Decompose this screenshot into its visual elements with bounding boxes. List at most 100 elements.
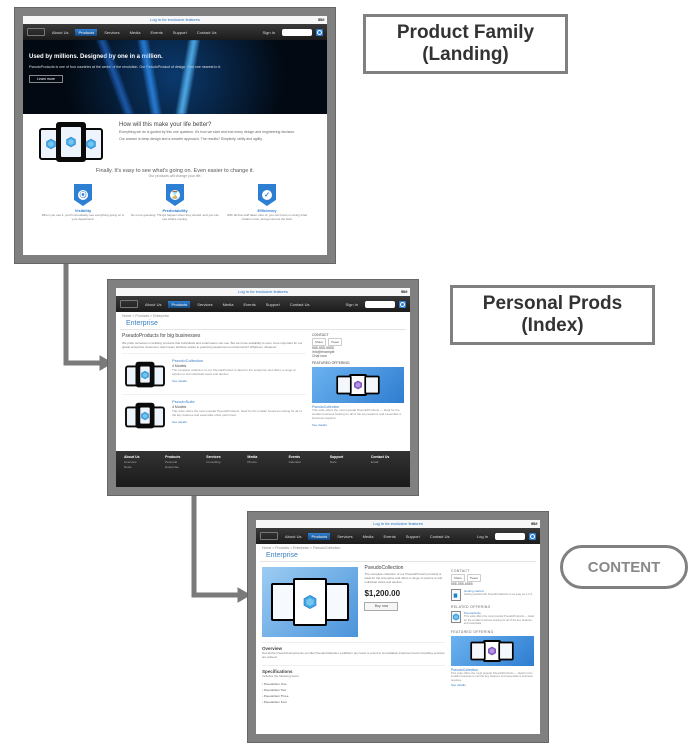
search-icon[interactable] bbox=[399, 301, 406, 308]
sidebar-chat[interactable]: Chat now bbox=[312, 354, 404, 358]
brand-logo[interactable] bbox=[27, 28, 45, 36]
featured-desc: This suite offers the most popular Pseud… bbox=[312, 409, 404, 421]
search-input[interactable] bbox=[495, 533, 525, 540]
nav-bar: About Us Products Services Media Events … bbox=[116, 296, 410, 312]
benefit-desc: No more guessing. Things happen when the… bbox=[131, 214, 219, 222]
ibm-logo: IBM bbox=[531, 520, 537, 528]
nav-about[interactable]: About Us bbox=[142, 301, 164, 308]
utility-text: Log in for exclusive features bbox=[150, 17, 200, 22]
utility-bar: Log in for exclusive features IBM bbox=[116, 288, 410, 296]
tweet-btn[interactable]: Tweet bbox=[328, 338, 342, 346]
nav-media[interactable]: Media bbox=[360, 533, 377, 540]
nav-media[interactable]: Media bbox=[127, 29, 144, 36]
benefits-row: ⦿ Visibility When you use it, you'll imm… bbox=[35, 184, 315, 226]
featured-link[interactable]: See details bbox=[451, 683, 534, 687]
share-btn[interactable]: Share bbox=[312, 338, 326, 346]
nav-bar: About Us Products Services Media Events … bbox=[23, 24, 327, 40]
mid-sub: Our products will change your life. bbox=[35, 174, 315, 178]
product-link[interactable]: See details bbox=[172, 420, 306, 424]
benefit-desc: With all that stuff taken care of, you c… bbox=[223, 214, 311, 222]
footer-link[interactable]: Calendar bbox=[289, 460, 320, 464]
label-personal-prods: Personal Prods (Index) bbox=[450, 285, 655, 345]
featured-promo[interactable] bbox=[451, 636, 534, 666]
utility-bar: Log in for exclusive features IBM bbox=[256, 520, 540, 528]
product-thumb bbox=[123, 402, 167, 431]
efficiency-icon: ✓ bbox=[258, 184, 276, 206]
nav-media[interactable]: Media bbox=[220, 301, 237, 308]
nav-signin[interactable]: Sign In bbox=[343, 301, 361, 308]
getting-started[interactable]: 📘 Getting started Getting started with P… bbox=[451, 589, 534, 601]
nav-services[interactable]: Services bbox=[101, 29, 122, 36]
visibility-icon: ⦿ bbox=[74, 184, 92, 206]
product-name: PseudoCollection bbox=[172, 358, 306, 363]
nav-support[interactable]: Support bbox=[403, 533, 423, 540]
specs-heading: Specifications bbox=[262, 665, 445, 674]
overview-text: Get all the PseudoComponents you like Ps… bbox=[262, 652, 445, 660]
nav-products[interactable]: Products bbox=[308, 533, 330, 540]
nav-signin[interactable]: Sign In bbox=[260, 29, 278, 36]
ibm-logo: IBM bbox=[401, 288, 407, 296]
footer-link[interactable]: Overview bbox=[124, 460, 155, 464]
label-line: Personal Prods bbox=[469, 293, 636, 315]
tweet-btn[interactable]: Tweet bbox=[467, 574, 481, 582]
sidebar-contact-h: CONTACT bbox=[312, 333, 404, 337]
doc-icon: 📘 bbox=[451, 589, 461, 601]
feature-text: Our answer is deep design and a smarter … bbox=[119, 137, 315, 142]
specs-list: PseudoItem One PseudoItem Two PseudoItem… bbox=[262, 681, 445, 705]
search-icon[interactable] bbox=[529, 533, 536, 540]
nav-events[interactable]: Events bbox=[148, 29, 166, 36]
index-intro: We pride ourselves in building products … bbox=[122, 341, 306, 349]
nav-events[interactable]: Events bbox=[241, 301, 259, 308]
sidebar-contact-h: CONTACT bbox=[451, 569, 534, 573]
buy-button[interactable]: Buy now bbox=[364, 602, 398, 611]
related-offering[interactable]: PseudoSuite This suite offers the most p… bbox=[451, 611, 534, 626]
label-product-family: Product Family (Landing) bbox=[363, 14, 568, 74]
footer-link[interactable]: Enterprise bbox=[165, 465, 196, 469]
footer-link[interactable]: Email bbox=[371, 460, 402, 464]
product-link[interactable]: See details bbox=[172, 379, 306, 383]
product-row[interactable]: PseudoCollection 4 Models The complete c… bbox=[122, 353, 306, 390]
nav-about[interactable]: About Us bbox=[49, 29, 71, 36]
nav-bar: About Us Products Services Media Events … bbox=[256, 528, 540, 544]
footer-link[interactable]: Photos bbox=[247, 460, 278, 464]
nav-contact[interactable]: Contact Us bbox=[194, 29, 220, 36]
search-icon[interactable] bbox=[316, 29, 323, 36]
nav-login[interactable]: Log In bbox=[474, 533, 491, 540]
featured-link[interactable]: See details bbox=[312, 423, 404, 427]
breadcrumb[interactable]: Home > Products > Enterprise bbox=[116, 312, 410, 320]
getting-started-d: Getting started with PseudoCollection is… bbox=[464, 593, 534, 597]
search-input[interactable] bbox=[282, 29, 312, 36]
feature-text: Everything we do is guided by this one q… bbox=[119, 130, 315, 135]
nav-support[interactable]: Support bbox=[263, 301, 283, 308]
footer-link[interactable]: Consulting bbox=[206, 460, 237, 464]
screenshot-content: Log in for exclusive features IBM About … bbox=[248, 512, 548, 742]
fat-footer: About Us Overview News Products Personal… bbox=[116, 451, 410, 487]
nav-about[interactable]: About Us bbox=[282, 533, 304, 540]
nav-support[interactable]: Support bbox=[170, 29, 190, 36]
nav-contact[interactable]: Contact Us bbox=[287, 301, 313, 308]
brand-logo[interactable] bbox=[120, 300, 138, 308]
screenshot-index: Log in for exclusive features IBM About … bbox=[108, 280, 418, 495]
brand-logo[interactable] bbox=[260, 532, 278, 540]
benefit-desc: When you use it, you'll immediately see … bbox=[39, 214, 127, 222]
footer-link[interactable]: Personal bbox=[165, 460, 196, 464]
featured-promo[interactable] bbox=[312, 367, 404, 403]
footer-col-h: Products bbox=[165, 455, 196, 459]
product-row[interactable]: PseudoSuite 4 Models This suite offers t… bbox=[122, 394, 306, 431]
nav-contact[interactable]: Contact Us bbox=[427, 533, 453, 540]
nav-services[interactable]: Services bbox=[194, 301, 215, 308]
product-desc: This suite offers the most popular Pseud… bbox=[172, 410, 306, 418]
breadcrumb[interactable]: Home > Products > Enterprise > PseudoCol… bbox=[256, 544, 540, 552]
footer-link[interactable]: News bbox=[124, 465, 155, 469]
featured-desc: This suite offers the most popular Pseud… bbox=[451, 672, 534, 683]
footer-link[interactable]: Docs bbox=[330, 460, 361, 464]
hero-cta-button[interactable]: Learn more bbox=[29, 75, 63, 83]
nav-events[interactable]: Events bbox=[381, 533, 399, 540]
nav-services[interactable]: Services bbox=[334, 533, 355, 540]
share-btn[interactable]: Share bbox=[451, 574, 465, 582]
label-line: Product Family bbox=[382, 22, 549, 44]
search-input[interactable] bbox=[365, 301, 395, 308]
nav-products[interactable]: Products bbox=[168, 301, 190, 308]
product-desc: The complete collection of our PseudoPro… bbox=[172, 369, 306, 377]
nav-products[interactable]: Products bbox=[75, 29, 97, 36]
